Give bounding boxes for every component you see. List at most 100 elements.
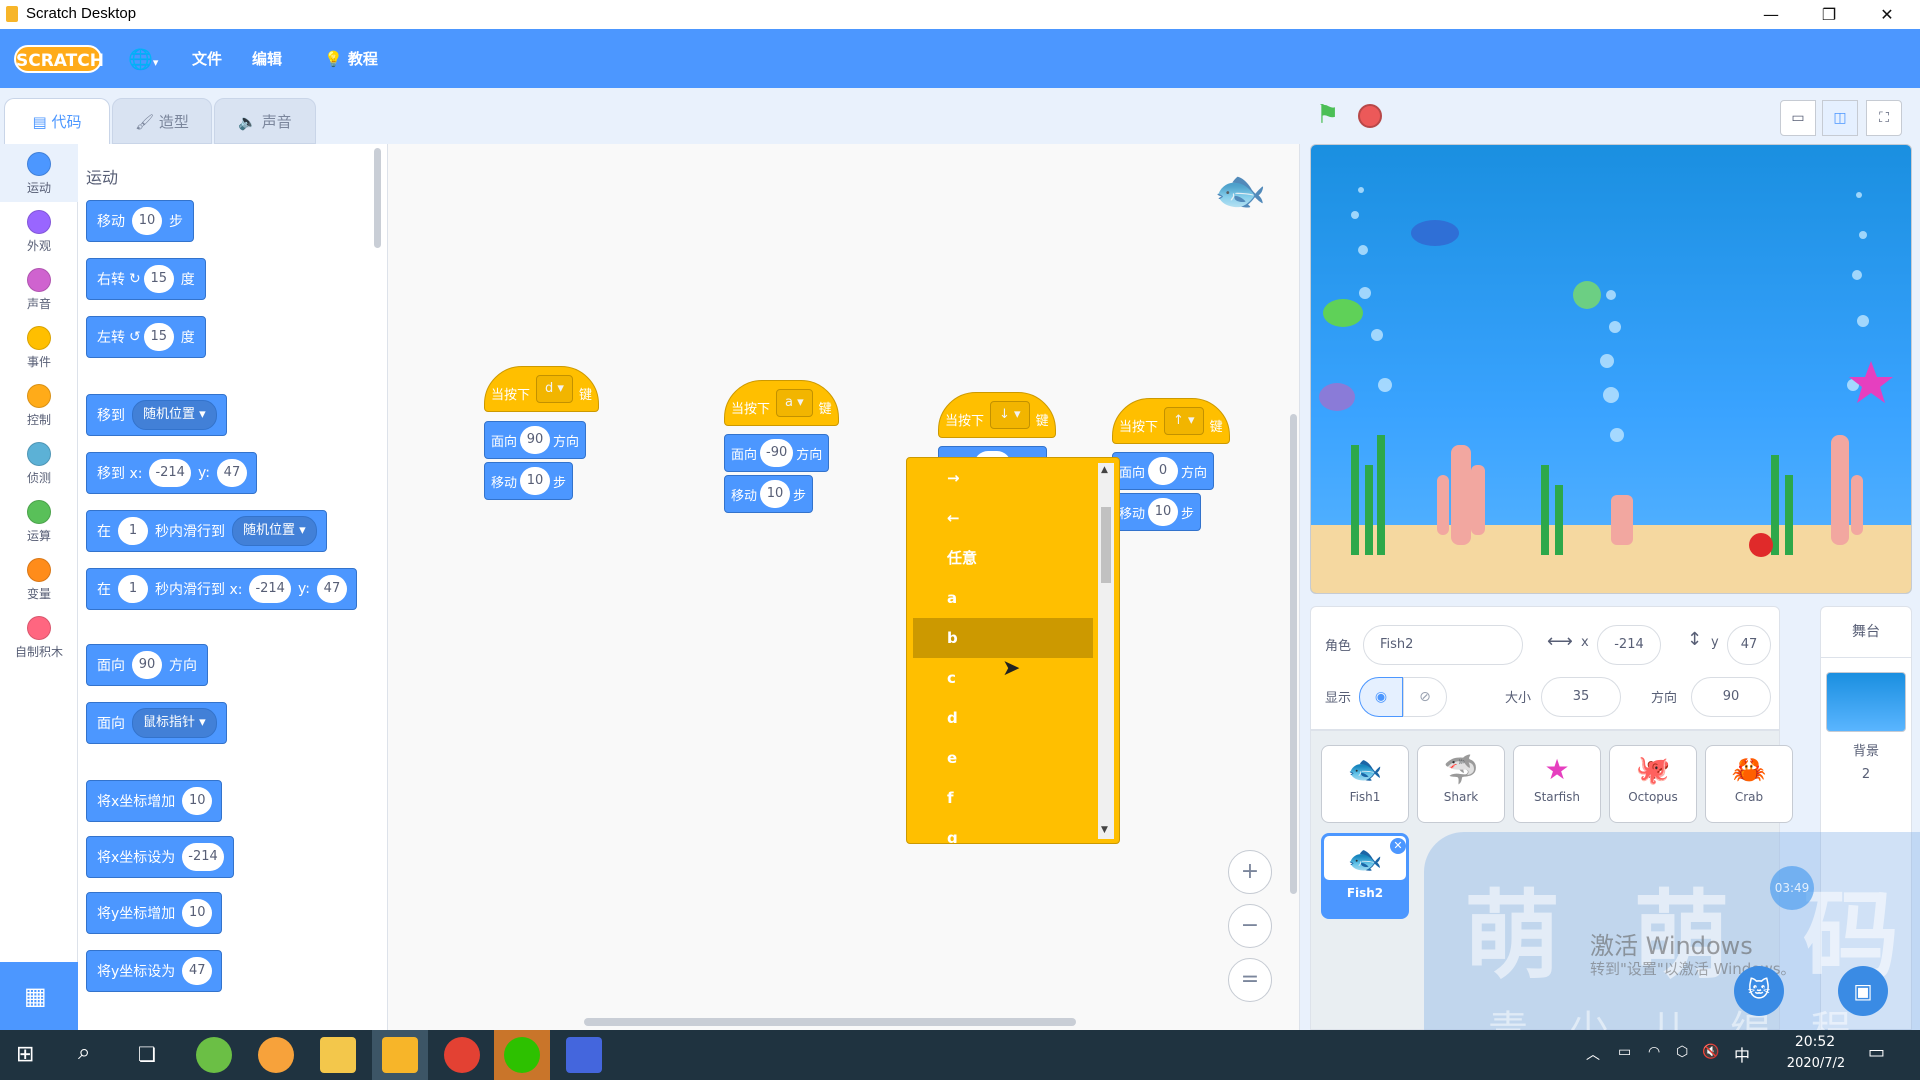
- block-set-x[interactable]: 将x坐标设为 -214: [86, 836, 234, 878]
- palette-scrollbar[interactable]: [374, 148, 381, 248]
- category-looks[interactable]: 外观: [0, 202, 78, 260]
- taskbar-clock-date[interactable]: 2020/7/2: [1774, 1056, 1858, 1071]
- y-input[interactable]: 47: [1727, 625, 1771, 665]
- category-sound[interactable]: 声音: [0, 260, 78, 318]
- windows-start-icon[interactable]: ⊞: [16, 1042, 34, 1067]
- stop-icon[interactable]: [1358, 104, 1382, 128]
- chrome-icon[interactable]: [444, 1037, 480, 1073]
- x-input[interactable]: -214: [1597, 625, 1661, 665]
- x-change-input[interactable]: 10: [182, 787, 213, 815]
- hat-when-key-pressed[interactable]: 当按下 a ▾ 键: [724, 380, 839, 426]
- direction-input[interactable]: -90: [760, 439, 794, 467]
- key-dropdown[interactable]: ↑ ▾: [1164, 407, 1204, 435]
- block-change-x[interactable]: 将x坐标增加 10: [86, 780, 223, 822]
- category-my-blocks[interactable]: 自制积木: [0, 608, 78, 666]
- block-point-direction[interactable]: 面向 90 方向: [484, 421, 587, 459]
- key-dropdown[interactable]: d ▾: [536, 375, 573, 403]
- category-motion[interactable]: 运动: [0, 144, 78, 202]
- block-change-y[interactable]: 将y坐标增加 10: [86, 892, 223, 934]
- block-glide[interactable]: 在 1 秒内滑行到 随机位置 ▾: [86, 510, 327, 552]
- direction-input[interactable]: 90: [520, 426, 551, 454]
- block-point-direction[interactable]: 面向 90 方向: [86, 644, 208, 686]
- hide-button[interactable]: ⊘: [1403, 677, 1447, 717]
- menu-tutorials[interactable]: 💡 教程: [324, 45, 378, 73]
- category-operators[interactable]: 运算: [0, 492, 78, 550]
- scratch-logo[interactable]: SCRATCH: [14, 45, 104, 73]
- scroll-down-icon[interactable]: ▼: [1101, 825, 1108, 835]
- code-workspace[interactable]: [388, 144, 1300, 1030]
- dropdown-option[interactable]: e: [947, 738, 1097, 778]
- steps-input[interactable]: 10: [520, 467, 551, 495]
- category-control[interactable]: 控制: [0, 376, 78, 434]
- volume-icon[interactable]: 🔇: [1702, 1044, 1719, 1060]
- zoom-reset-button[interactable]: =: [1228, 958, 1272, 1002]
- y-input[interactable]: 47: [316, 575, 347, 603]
- y-set-input[interactable]: 47: [182, 957, 213, 985]
- menu-edit[interactable]: 编辑: [252, 45, 282, 73]
- degrees-input[interactable]: 15: [143, 323, 174, 351]
- block-goto-xy[interactable]: 移到 x: -214 y: 47: [86, 452, 257, 494]
- zoom-out-button[interactable]: −: [1228, 904, 1272, 948]
- steps-input[interactable]: 10: [132, 207, 162, 235]
- key-dropdown[interactable]: ↓ ▾: [990, 401, 1030, 429]
- sprite-tile-fish1[interactable]: 🐟 Fish1: [1321, 745, 1409, 823]
- workspace-vscroll[interactable]: [1290, 414, 1297, 894]
- block-point-direction[interactable]: 面向 -90 方向: [724, 434, 830, 472]
- block-move-steps[interactable]: 移动 10 步: [86, 200, 194, 242]
- green-flag-icon[interactable]: ⚑: [1316, 100, 1339, 130]
- stage-canvas[interactable]: [1310, 144, 1912, 594]
- direction-input[interactable]: 0: [1148, 457, 1179, 485]
- hat-when-key-pressed[interactable]: 当按下 ↓ ▾ 键: [938, 392, 1056, 438]
- dropdown-option[interactable]: 任意: [947, 538, 1097, 578]
- key-dropdown[interactable]: a ▾: [776, 389, 813, 417]
- sprite-tile-fish2[interactable]: 🐟 Fish2 ✕: [1321, 833, 1409, 919]
- dropdown-option[interactable]: a: [947, 578, 1097, 618]
- tab-sounds[interactable]: 🔈 声音: [214, 98, 316, 144]
- dropdown-option[interactable]: d: [947, 698, 1097, 738]
- close-button[interactable]: ✕: [1858, 0, 1916, 29]
- block-move-steps[interactable]: 移动 10 步: [724, 475, 814, 513]
- category-sensing[interactable]: 侦测: [0, 434, 78, 492]
- small-stage-icon[interactable]: ▭: [1780, 100, 1816, 136]
- tray-chevron-icon[interactable]: ︿: [1586, 1044, 1600, 1064]
- restore-button[interactable]: ❐: [1800, 0, 1858, 29]
- hat-when-key-pressed[interactable]: 当按下 d ▾ 键: [484, 366, 599, 412]
- ime-indicator[interactable]: 中: [1734, 1042, 1750, 1066]
- dropdown-option[interactable]: ←: [947, 498, 1097, 538]
- block-move-steps[interactable]: 移动 10 步: [484, 462, 574, 500]
- dropdown-option[interactable]: f: [947, 778, 1097, 818]
- tab-costumes[interactable]: 🖌 造型: [112, 98, 212, 144]
- browser-360-icon[interactable]: [196, 1037, 232, 1073]
- steps-input[interactable]: 10: [760, 480, 791, 508]
- hat-when-key-pressed[interactable]: 当按下 ↑ ▾ 键: [1112, 398, 1230, 444]
- dropdown-option[interactable]: c: [947, 658, 1097, 698]
- delete-sprite-icon[interactable]: ✕: [1390, 838, 1406, 854]
- y-change-input[interactable]: 10: [182, 899, 213, 927]
- scroll-thumb[interactable]: [1101, 507, 1111, 583]
- globe-icon[interactable]: 🌐▾: [128, 45, 158, 73]
- sprite-name-input[interactable]: Fish2: [1363, 625, 1523, 665]
- block-goto[interactable]: 移到 随机位置 ▾: [86, 394, 227, 436]
- seconds-input[interactable]: 1: [118, 517, 148, 545]
- backdrop-picker-button[interactable]: ▣: [1838, 966, 1888, 1016]
- taskbar-clock-time[interactable]: 20:52: [1782, 1034, 1848, 1050]
- block-point-direction[interactable]: 面向 0 方向: [1112, 452, 1215, 490]
- block-glide-xy[interactable]: 在 1 秒内滑行到 x: -214 y: 47: [86, 568, 357, 610]
- sprite-tile-crab[interactable]: 🦀 Crab: [1705, 745, 1793, 823]
- task-view-icon[interactable]: ❏: [138, 1042, 156, 1066]
- dropdown-option[interactable]: g: [947, 818, 1097, 843]
- direction-input[interactable]: 90: [1691, 677, 1771, 717]
- scroll-up-icon[interactable]: ▲: [1101, 465, 1108, 475]
- x-input[interactable]: -214: [149, 459, 191, 487]
- notification-icon[interactable]: ▭: [1868, 1042, 1885, 1063]
- normal-stage-icon[interactable]: ◫: [1822, 100, 1858, 136]
- minimize-button[interactable]: —: [1742, 0, 1800, 29]
- add-extension-button[interactable]: ▦: [0, 962, 78, 1030]
- seconds-input[interactable]: 1: [118, 575, 148, 603]
- wechat-icon[interactable]: [504, 1037, 540, 1073]
- search-icon[interactable]: ⌕: [78, 1040, 90, 1065]
- y-input[interactable]: 47: [216, 459, 247, 487]
- file-explorer-icon[interactable]: [320, 1037, 356, 1073]
- goto-target-dropdown[interactable]: 随机位置 ▾: [132, 400, 217, 430]
- direction-input[interactable]: 90: [132, 651, 162, 679]
